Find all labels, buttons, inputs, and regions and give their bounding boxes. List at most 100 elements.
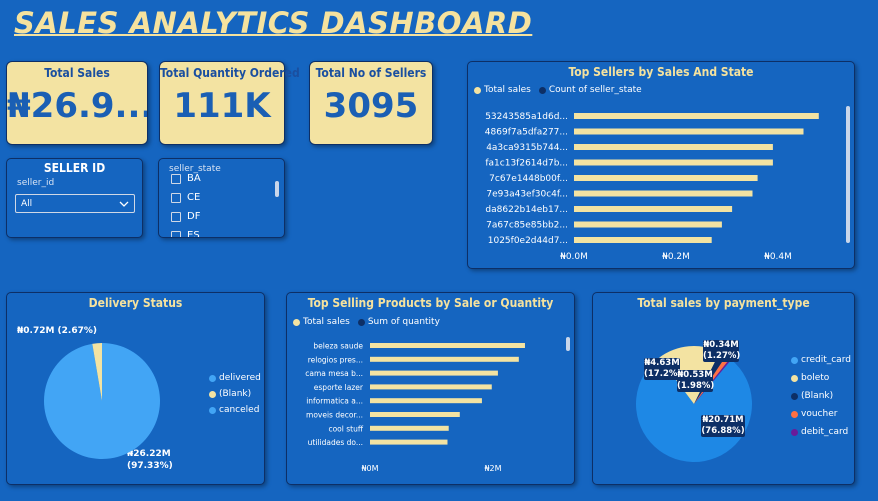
tick-label: ₦2M	[484, 464, 501, 473]
bar	[370, 412, 460, 417]
state-list: BA CE DF ES	[171, 169, 201, 238]
label-pct: (1.27%)	[703, 351, 741, 361]
state-label: DF	[187, 211, 201, 222]
top-products-plot: ₦0M ₦2M beleza saude relogios pres... cama…	[305, 342, 525, 473]
state-option-es[interactable]: ES	[171, 226, 201, 238]
chart-scrollbar[interactable]	[846, 106, 850, 243]
kpi-label: Total No of Sellers	[315, 66, 427, 80]
tick-label: ₦0.0M	[560, 252, 588, 262]
category-label: 7e93a43ef30c4f...	[486, 190, 568, 200]
legend-dot	[791, 392, 798, 400]
category-label: esporte lazer	[314, 383, 364, 392]
chart-legend: Total sales Count of seller_state	[474, 85, 642, 95]
legend-label: Total sales	[484, 85, 531, 95]
legend-dot	[209, 390, 216, 398]
seller-id-slicer: SELLER ID seller_id All	[6, 158, 143, 238]
legend-item[interactable]: Count of seller_state	[538, 85, 642, 95]
legend-item[interactable]: voucher	[791, 409, 851, 419]
legend-dot	[538, 86, 546, 94]
dropdown-value: All	[21, 198, 33, 209]
legend-label: debit_card	[801, 427, 849, 437]
legend-dot	[791, 374, 798, 382]
legend-item[interactable]: Sum of quantity	[357, 317, 440, 327]
category-label: 1025f0e2d44d7...	[488, 236, 568, 246]
checkbox[interactable]	[171, 173, 181, 184]
bar	[370, 439, 448, 445]
category-label: cool stuff	[328, 424, 363, 433]
category-label: 53243585a1d6d...	[485, 112, 568, 122]
bar	[370, 356, 519, 362]
label-pct: (17.2%)	[644, 369, 682, 379]
bar	[574, 237, 712, 243]
bar	[574, 144, 773, 150]
state-option-ce[interactable]: CE	[171, 188, 201, 207]
data-label-debit: ₦0.34M (1.27%)	[703, 340, 741, 362]
bar	[574, 128, 804, 135]
label-value: ₦0.34M	[703, 340, 739, 350]
legend-item[interactable]: (Blank)	[791, 391, 851, 401]
label-pct: (76.88%)	[701, 426, 745, 436]
payment-pie	[636, 346, 752, 462]
category-label: 4a3ca9315b744...	[486, 143, 568, 153]
payment-type-chart: Total sales by payment_type ₦0.34M (1.27…	[592, 292, 855, 485]
legend-item[interactable]: Total sales	[293, 317, 350, 327]
data-label-blank: ₦0.53M (1.98%)	[677, 370, 715, 392]
dashboard-title: SALES ANALYTICS DASHBOARD	[14, 6, 533, 40]
state-label: BA	[187, 173, 201, 184]
legend-item[interactable]: delivered	[209, 373, 261, 383]
state-option-df[interactable]: DF	[171, 207, 201, 226]
legend-item[interactable]: boleto	[791, 373, 851, 383]
legend-dot	[293, 318, 300, 326]
legend-dot	[791, 356, 798, 364]
checkbox[interactable]	[171, 211, 181, 222]
category-label: cama mesa b...	[305, 369, 363, 378]
seller-id-dropdown[interactable]: All	[15, 194, 135, 213]
legend-label: credit_card	[801, 355, 851, 365]
kpi-total-quantity[interactable]: Total Quantity Ordered 111K	[159, 61, 300, 145]
bar	[370, 370, 498, 376]
chevron-down-icon	[119, 201, 129, 207]
legend-item[interactable]: canceled	[209, 405, 261, 415]
chart-title: Top Sellers by Sales And State	[568, 65, 754, 79]
checkbox[interactable]	[171, 192, 181, 203]
bar	[574, 113, 819, 119]
legend-label: Count of seller_state	[548, 85, 642, 95]
chart-scrollbar[interactable]	[566, 337, 570, 351]
checkbox[interactable]	[171, 230, 181, 237]
bar	[370, 384, 492, 390]
label-value: ₦0.53M	[677, 370, 713, 380]
tick-label: ₦0M	[361, 464, 378, 473]
slicer-title: SELLER ID	[43, 161, 106, 175]
data-label: ₦0.72M (2.67%)	[17, 326, 97, 336]
legend-label: delivered	[219, 373, 261, 383]
state-scrollbar[interactable]	[275, 181, 279, 197]
chart-legend: Total sales Sum of quantity	[293, 317, 440, 327]
legend-label: canceled	[219, 405, 260, 415]
legend-label: Sum of quantity	[367, 317, 440, 327]
legend-item[interactable]: (Blank)	[209, 389, 261, 399]
data-label-boleto: ₦4.63M (17.2%)	[644, 358, 682, 380]
chart-title: Total sales by payment_type	[637, 296, 810, 310]
legend-item[interactable]: credit_card	[791, 355, 851, 365]
kpi-total-sellers[interactable]: Total No of Sellers 3095	[309, 61, 433, 145]
category-label: 7c67e1448b00f...	[489, 174, 568, 184]
bar	[370, 343, 525, 348]
category-label: 4869f7a5dfa277...	[485, 128, 568, 138]
state-option-ba[interactable]: BA	[171, 169, 201, 188]
data-label: (97.33%)	[127, 461, 173, 471]
data-label: ₦26.22M	[127, 449, 171, 459]
state-label: ES	[187, 230, 200, 238]
top-sellers-plot: ₦0.0M ₦0.2M ₦0.4M 53243585a1d6d... 4869f7…	[485, 112, 819, 262]
legend-dot	[791, 410, 798, 418]
top-products-chart: Top Selling Products by Sale or Quantity…	[286, 292, 575, 485]
kpi-total-sales[interactable]: Total Sales ₦26.9...	[6, 61, 148, 145]
legend-item[interactable]: Total sales	[474, 85, 531, 95]
label-pct: (1.98%)	[677, 381, 715, 391]
label-value: ₦4.63M	[644, 358, 680, 368]
state-label: CE	[187, 192, 201, 203]
legend-dot	[209, 406, 216, 414]
legend-item[interactable]: debit_card	[791, 427, 851, 437]
legend-label: (Blank)	[801, 391, 834, 401]
category-label: utilidades do...	[308, 438, 363, 447]
legend-dot	[791, 428, 798, 436]
